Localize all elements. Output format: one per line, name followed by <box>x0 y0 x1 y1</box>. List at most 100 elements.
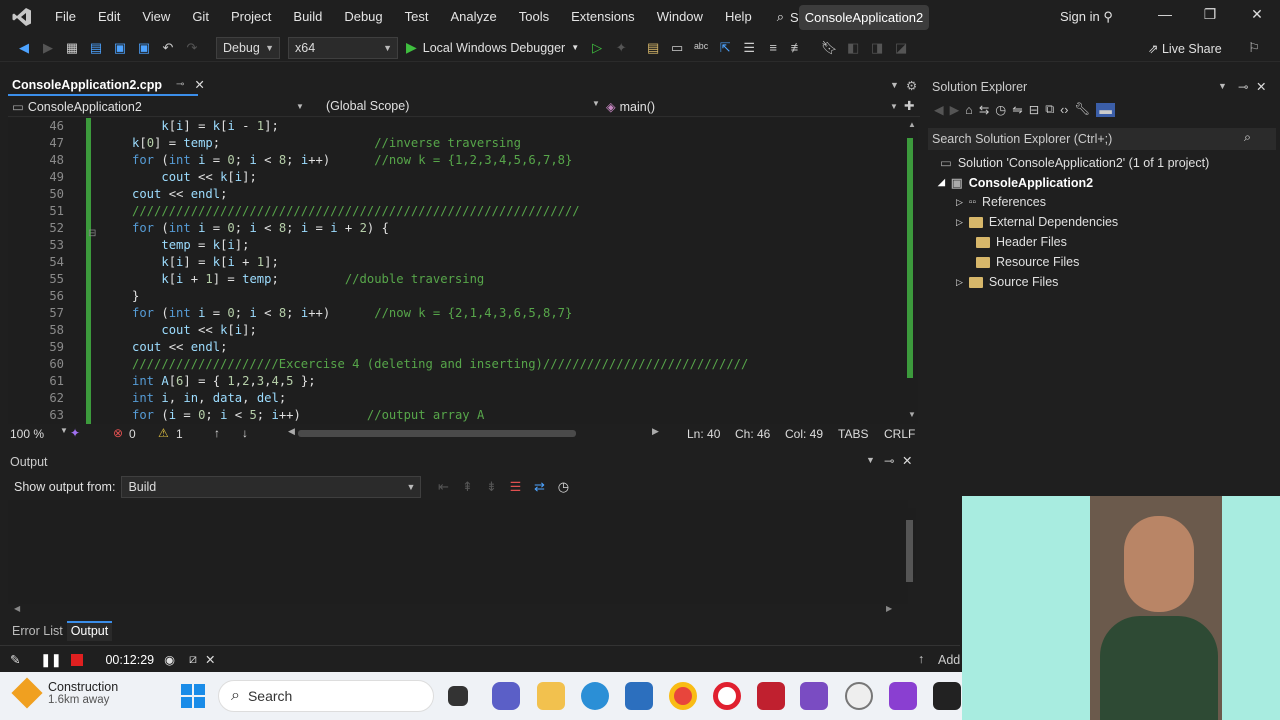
visual-studio-logo-icon[interactable] <box>0 0 44 34</box>
pointer-icon[interactable]: ⇱ <box>715 38 735 58</box>
menu-test[interactable]: Test <box>394 0 440 34</box>
undo-icon[interactable]: ↶ <box>158 38 178 58</box>
close-icon[interactable]: ✕ <box>902 453 912 468</box>
prev-bookmark-icon[interactable]: ◧ <box>843 38 863 58</box>
layout-icon[interactable]: ▭ <box>667 38 687 58</box>
scroll-left-icon[interactable]: ◀ <box>288 426 295 437</box>
line-ending[interactable]: CRLF <box>884 427 915 441</box>
camera-icon[interactable]: ◉ <box>164 652 175 667</box>
next-bookmark-icon[interactable]: ◨ <box>867 38 887 58</box>
visual-studio-icon[interactable] <box>800 682 828 710</box>
collapse-icon[interactable]: ⊟ <box>88 228 100 239</box>
solution-explorer-icon[interactable]: ▤ <box>643 38 663 58</box>
save-all-icon[interactable]: ▣ <box>134 38 154 58</box>
dropdown-icon[interactable]: ▼ <box>1218 81 1227 91</box>
tree-item-references[interactable]: ▷ ▫▫ References <box>956 195 1046 209</box>
feedback-icon[interactable]: ⚐ <box>1244 38 1264 58</box>
close-icon[interactable]: ✕ <box>205 652 215 667</box>
code-line[interactable]: 58 cout << k[i]; <box>8 322 904 339</box>
switch-views-icon[interactable]: ⇆ <box>979 102 989 117</box>
timestamp-icon[interactable]: ◷ <box>553 477 573 497</box>
dropdown-icon[interactable]: ▼ <box>866 455 875 465</box>
close-window-button[interactable]: ✕ <box>1237 6 1277 28</box>
back-icon[interactable]: ◀ <box>934 102 944 117</box>
edge-icon[interactable] <box>581 682 609 710</box>
ai-icon[interactable]: ✦ <box>70 426 80 440</box>
code-line[interactable]: 63 for (i = 0; i < 5; i++) //output array… <box>8 407 904 424</box>
recorder-app-icon[interactable] <box>757 682 785 710</box>
settings-icon[interactable]: ⚙ <box>906 78 917 93</box>
close-icon[interactable]: ✕ <box>194 76 204 94</box>
tab-error-list[interactable]: Error List <box>8 621 67 641</box>
vertical-scrollbar[interactable]: ▲ ▼ <box>904 118 918 424</box>
split-editor-icon[interactable]: ✚ <box>904 98 914 113</box>
menu-edit[interactable]: Edit <box>87 0 131 34</box>
align-icon[interactable]: ☰ <box>739 38 759 58</box>
open-file-icon[interactable]: ▤ <box>86 38 106 58</box>
properties-icon[interactable]: 🔧︎ <box>1074 102 1090 117</box>
platform-dropdown[interactable]: x64 ▼ <box>288 36 398 59</box>
code-line[interactable]: 50 cout << endl; <box>8 186 904 203</box>
new-project-icon[interactable]: ▦ <box>62 38 82 58</box>
menu-debug[interactable]: Debug <box>333 0 393 34</box>
code-line[interactable]: 46 k[i] = k[i - 1]; <box>8 118 904 135</box>
stop-icon[interactable] <box>71 653 84 666</box>
find-message-icon[interactable]: ⇤ <box>433 477 453 497</box>
code-line[interactable]: 54 k[i] = k[i + 1]; <box>8 254 904 271</box>
scope-dropdown[interactable]: (Global Scope) ▼ <box>326 99 600 113</box>
code-line[interactable]: 62 int i, in, data, del; <box>8 390 904 407</box>
code-line[interactable]: 55 k[i + 1] = temp; //double traversing <box>8 271 904 288</box>
restore-button[interactable]: ❐ <box>1190 6 1230 28</box>
prev-message-icon[interactable]: ⇞ <box>457 477 477 497</box>
output-text-area[interactable]: ◀ ▶ <box>8 500 916 613</box>
scroll-left-icon[interactable]: ◀ <box>14 604 20 613</box>
task-view-icon[interactable] <box>448 686 468 706</box>
tree-item-external-dependencies[interactable]: ▷ External Dependencies <box>956 215 1118 229</box>
pin-icon[interactable]: ⊸ <box>176 76 184 94</box>
code-line[interactable]: 51 //////////////////////////////////////… <box>8 203 904 220</box>
scroll-right-icon[interactable]: ▶ <box>652 426 659 437</box>
add-icon[interactable]: ↑ <box>918 652 924 666</box>
preview-icon[interactable]: ▬ <box>1096 102 1115 117</box>
pen-icon[interactable]: ✎ <box>10 652 20 667</box>
hot-reload-icon[interactable]: ✦ <box>611 38 631 58</box>
solution-node[interactable]: ▭ Solution 'ConsoleApplication2' (1 of 1 … <box>940 155 1209 171</box>
menu-analyze[interactable]: Analyze <box>439 0 507 34</box>
uncomment-icon[interactable]: ≢ <box>787 38 807 58</box>
error-count[interactable]: 0 <box>129 427 136 441</box>
output-scroll-thumb[interactable] <box>906 520 913 582</box>
clear-bookmarks-icon[interactable]: ◪ <box>891 38 911 58</box>
forward-icon[interactable]: ▶ <box>950 102 960 117</box>
menu-project[interactable]: Project <box>220 0 282 34</box>
menu-window[interactable]: Window <box>646 0 714 34</box>
solution-name-tab[interactable]: ConsoleApplication2 <box>799 5 929 30</box>
code-line[interactable]: 52 for (int i = 0; i < 8; i = i + 2) { <box>8 220 904 237</box>
project-dropdown[interactable]: ▭ ConsoleApplication2 ▼ <box>12 99 304 115</box>
home-icon[interactable]: ⌂ <box>965 103 973 117</box>
output-scrollbar[interactable] <box>902 508 916 582</box>
word-wrap-icon[interactable]: ⇄ <box>529 477 549 497</box>
tab-output[interactable]: Output <box>66 621 113 641</box>
code-line[interactable]: 47 k[0] = temp; //inverse traversing <box>8 135 904 152</box>
forward-icon[interactable]: ▶ <box>38 38 58 58</box>
tree-item-source-files[interactable]: ▷ Source Files <box>956 275 1058 289</box>
spellcheck-icon[interactable]: ᵃᵇᶜ <box>691 38 711 58</box>
tree-item-resource-files[interactable]: Resource Files <box>976 255 1079 269</box>
code-line[interactable]: 60 ////////////////////Excercise 4 (delet… <box>8 356 904 373</box>
solution-search-input[interactable]: Search Solution Explorer (Ctrl+;) ⌕ <box>928 128 1276 150</box>
horizontal-scrollbar-thumb[interactable] <box>298 430 576 437</box>
pause-icon[interactable]: ❚❚ <box>40 652 61 667</box>
code-line[interactable]: 48 for (int i = 0; i < 8; i++) //now k = … <box>8 152 904 169</box>
output-source-dropdown[interactable]: Build ▼ <box>121 476 422 498</box>
menu-build[interactable]: Build <box>282 0 333 34</box>
pending-changes-icon[interactable]: ◷ <box>995 102 1006 117</box>
code-line[interactable]: 61 int A[6] = { 1,2,3,4,5 }; <box>8 373 904 390</box>
zoom-level[interactable]: 100 % <box>10 427 44 441</box>
opera-icon[interactable] <box>713 682 741 710</box>
close-icon[interactable]: ✕ <box>1256 79 1266 94</box>
document-tab[interactable]: ConsoleApplication2.cpp ⊸ ✕ <box>8 76 205 96</box>
line-indicator[interactable]: Ln: 40 <box>687 427 720 441</box>
show-all-files-icon[interactable]: ⧉ <box>1045 102 1054 117</box>
code-line[interactable]: 56} <box>8 288 904 305</box>
taskbar-search[interactable]: ⌕ Search <box>218 680 434 712</box>
